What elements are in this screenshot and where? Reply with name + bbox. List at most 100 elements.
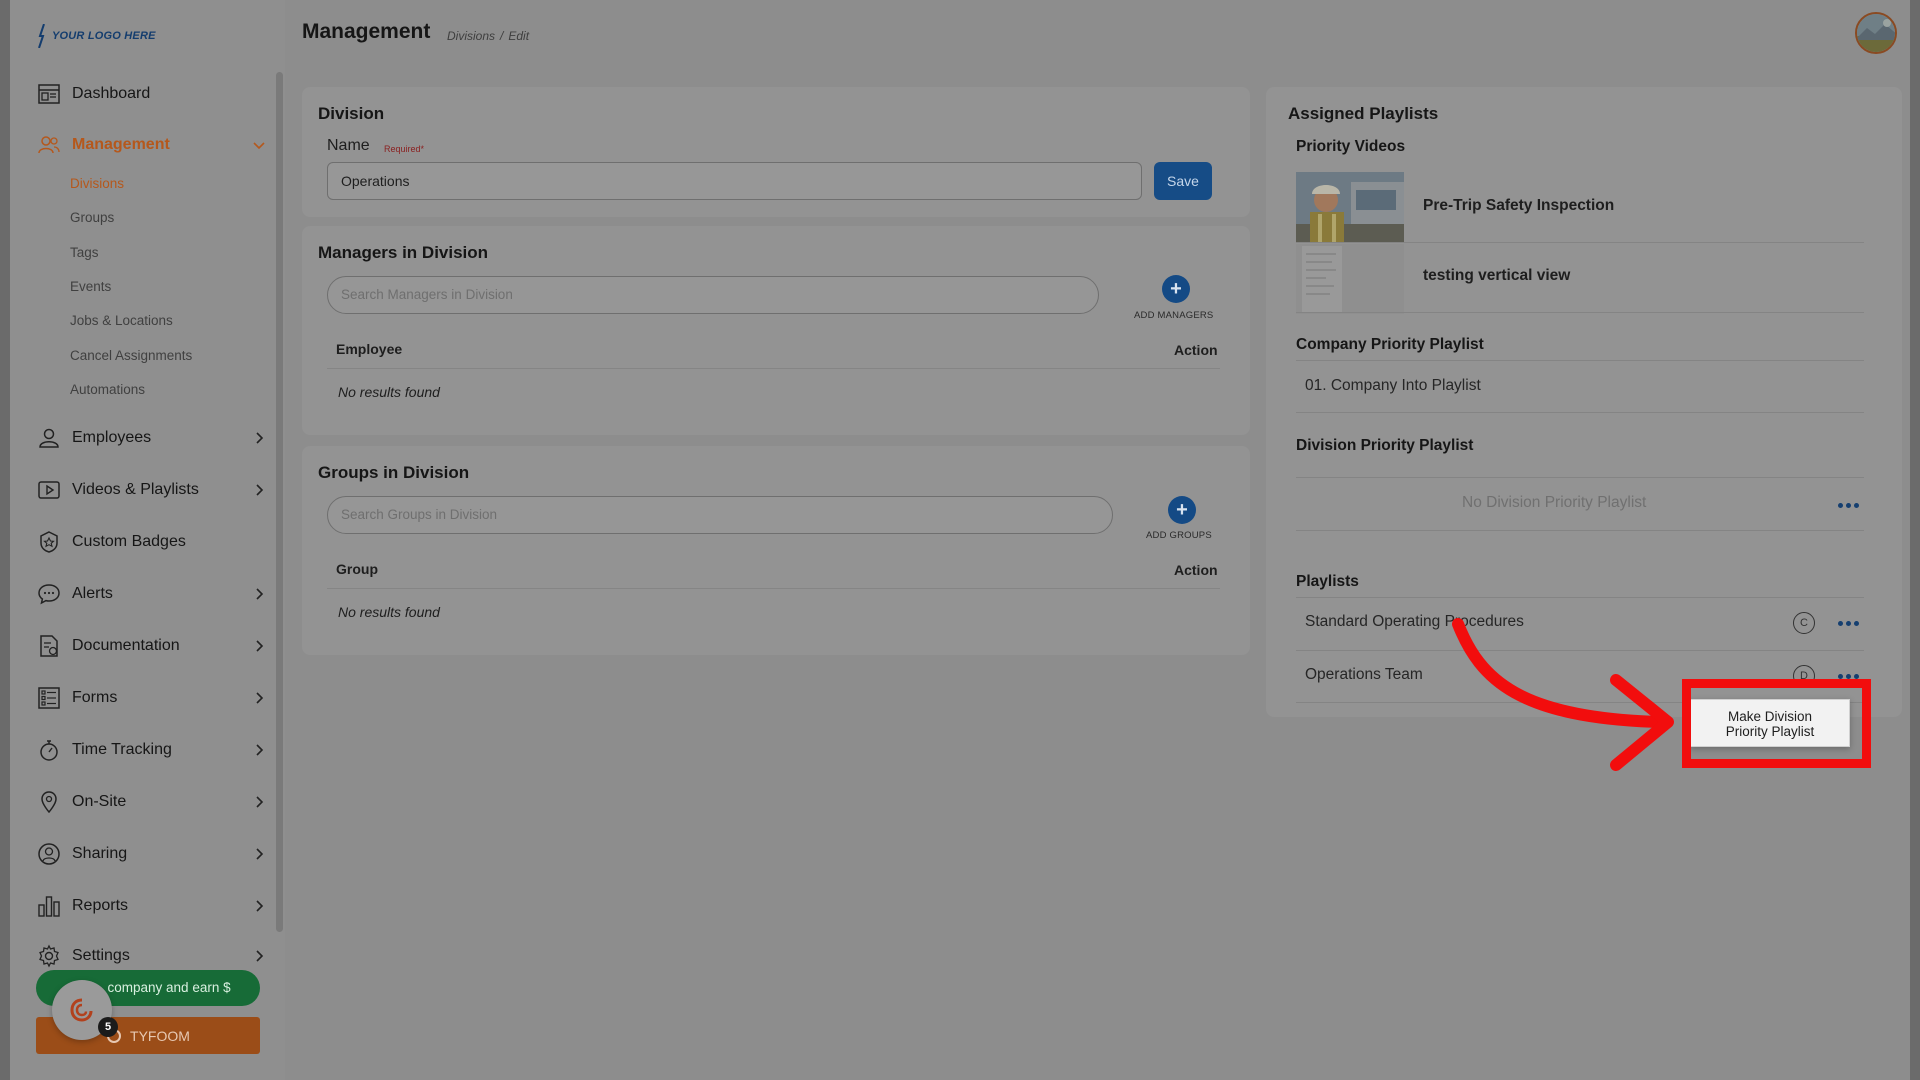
avatar[interactable] [1855, 12, 1897, 54]
table-divider [327, 368, 1220, 369]
row-divider [1296, 312, 1864, 313]
document-preview-image [1296, 244, 1404, 314]
share-person-icon [36, 841, 62, 867]
chevron-right-icon [256, 640, 264, 652]
sidebar-item-sharing[interactable]: Sharing [36, 839, 266, 869]
breadcrumb-separator: / [500, 29, 504, 43]
sidebar: YOUR LOGO HERE Dashboard Management Divi… [10, 0, 285, 1080]
sub-item-tags[interactable]: Tags [70, 245, 99, 260]
sidebar-item-label: Reports [72, 897, 129, 914]
sidebar-item-documentation[interactable]: Documentation [36, 631, 266, 661]
sidebar-item-label: Alerts [72, 585, 113, 602]
avatar-image [1857, 14, 1895, 52]
page-title: Management [302, 20, 431, 43]
chevron-right-icon [256, 588, 264, 600]
breadcrumb-divisions[interactable]: Divisions [447, 29, 495, 43]
add-managers-button[interactable]: + [1162, 275, 1190, 303]
division-priority-more-icon[interactable] [1838, 503, 1859, 508]
swirl-logo-icon [70, 998, 93, 1022]
video-title[interactable]: testing vertical view [1423, 267, 1570, 285]
search-groups-input[interactable]: Search Groups in Division [327, 496, 1113, 534]
groups-card: Groups in Division Search Groups in Divi… [302, 446, 1250, 655]
document-icon [36, 633, 62, 659]
table-divider [327, 588, 1220, 589]
video-thumbnail[interactable] [1296, 244, 1404, 314]
sidebar-item-label: Time Tracking [72, 741, 172, 758]
worker-photo [1296, 172, 1404, 242]
row-divider [1296, 597, 1864, 598]
chevron-right-icon [256, 744, 264, 756]
video-thumbnail[interactable] [1296, 172, 1404, 242]
sub-item-events[interactable]: Events [70, 279, 111, 294]
sidebar-item-label: Documentation [72, 637, 180, 654]
plus-icon: + [1170, 277, 1182, 300]
row-divider [1296, 242, 1864, 243]
tyfoom-label: TYFOOM [130, 1027, 190, 1044]
bar-chart-icon [36, 893, 62, 919]
dashboard-icon [36, 81, 62, 107]
sidebar-item-settings[interactable]: Settings [36, 941, 266, 971]
video-title[interactable]: Pre-Trip Safety Inspection [1423, 197, 1614, 215]
sidebar-item-time-tracking[interactable]: Time Tracking [36, 735, 266, 765]
sub-item-divisions[interactable]: Divisions [70, 176, 124, 191]
sub-item-groups[interactable]: Groups [70, 210, 114, 225]
chevron-right-icon [256, 692, 264, 704]
sidebar-item-custom-badges[interactable]: Custom Badges [36, 527, 266, 557]
sub-item-cancel-assignments[interactable]: Cancel Assignments [70, 348, 192, 363]
sidebar-item-reports[interactable]: Reports [36, 891, 266, 921]
chevron-right-icon [256, 484, 264, 496]
required-indicator: Required* [384, 144, 425, 154]
sub-item-automations[interactable]: Automations [70, 382, 145, 397]
managers-card-title: Managers in Division [318, 243, 489, 262]
sidebar-item-label: Dashboard [72, 85, 151, 102]
sidebar-item-label: Forms [72, 689, 118, 706]
sidebar-item-on-site[interactable]: On-Site [36, 787, 266, 817]
division-card: Division Name Required* Operations Save [302, 87, 1250, 217]
person-icon [36, 425, 62, 451]
logo-text: YOUR LOGO HERE [52, 30, 156, 42]
playlist-item[interactable]: Operations Team [1305, 666, 1423, 684]
priority-videos-heading: Priority Videos [1296, 138, 1406, 155]
managers-empty-message: No results found [338, 384, 440, 400]
company-priority-heading: Company Priority Playlist [1296, 336, 1484, 353]
group-column-header: Group [336, 561, 378, 577]
name-field-label: Name [327, 137, 370, 154]
row-divider [1296, 412, 1864, 413]
sidebar-item-alerts[interactable]: Alerts [36, 579, 266, 609]
chevron-right-icon [256, 950, 264, 962]
company-priority-item[interactable]: 01. Company Into Playlist [1305, 377, 1481, 395]
search-managers-input[interactable]: Search Managers in Division [327, 276, 1099, 314]
row-divider [1296, 477, 1864, 478]
sidebar-item-management[interactable]: Management [36, 130, 266, 160]
division-name-input[interactable]: Operations [327, 162, 1142, 200]
groups-card-title: Groups in Division [318, 463, 470, 482]
badge-icon [36, 529, 62, 555]
save-button[interactable]: Save [1154, 162, 1212, 200]
sidebar-item-label: Custom Badges [72, 533, 186, 550]
action-column-header: Action [1174, 342, 1218, 358]
gear-icon [36, 943, 62, 969]
sidebar-item-videos-playlists[interactable]: Videos & Playlists [36, 475, 266, 505]
logo[interactable]: YOUR LOGO HERE [38, 24, 156, 48]
logo-mark-icon [38, 24, 45, 48]
division-priority-empty: No Division Priority Playlist [1462, 494, 1647, 511]
play-icon [36, 477, 62, 503]
sidebar-item-label: Settings [72, 947, 130, 964]
chevron-right-icon [256, 432, 264, 444]
row-divider [1296, 360, 1864, 361]
app-frame: YOUR LOGO HERE Dashboard Management Divi… [10, 0, 1910, 1080]
chat-notification-badge: 5 [98, 1017, 118, 1037]
playlists-heading: Playlists [1296, 573, 1359, 590]
sub-item-jobs-locations[interactable]: Jobs & Locations [70, 313, 173, 328]
sidebar-item-label: Employees [72, 429, 152, 446]
groups-empty-message: No results found [338, 604, 440, 620]
playlist-more-icon[interactable] [1838, 621, 1859, 626]
sidebar-item-forms[interactable]: Forms [36, 683, 266, 713]
add-groups-button[interactable]: + [1168, 496, 1196, 524]
sidebar-item-dashboard[interactable]: Dashboard [36, 79, 266, 109]
add-groups-label: ADD GROUPS [1146, 530, 1212, 541]
employee-column-header: Employee [336, 341, 403, 357]
sidebar-scrollbar[interactable] [276, 72, 283, 932]
division-priority-heading: Division Priority Playlist [1296, 437, 1474, 454]
sidebar-item-employees[interactable]: Employees [36, 423, 266, 453]
